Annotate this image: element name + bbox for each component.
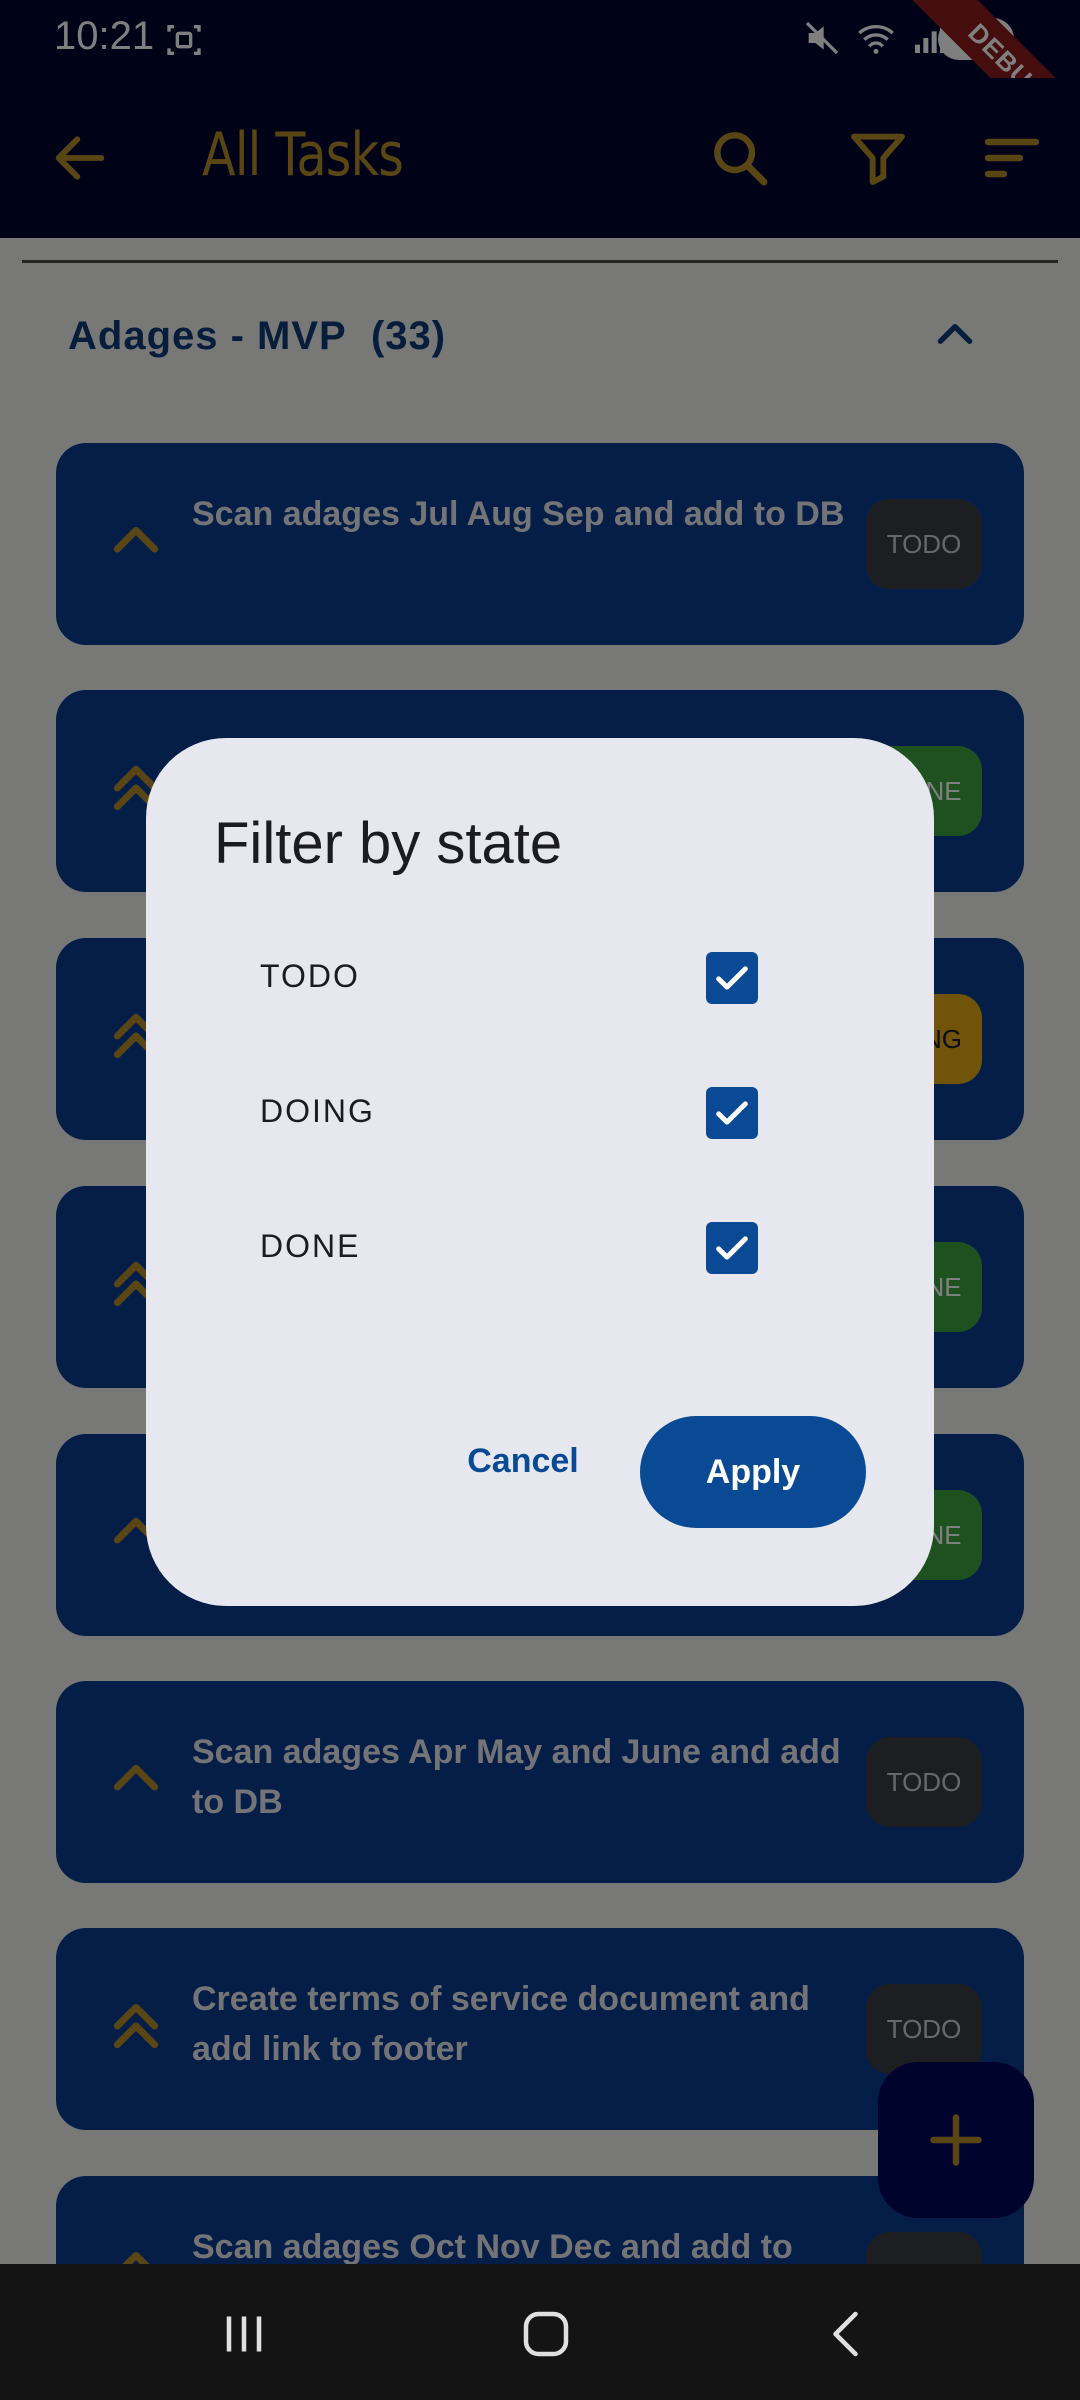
filter-option-todo[interactable]: TODO bbox=[260, 938, 820, 1018]
dialog-title: Filter by state bbox=[214, 811, 563, 876]
option-label: DOING bbox=[260, 1093, 375, 1129]
apply-button[interactable]: Apply bbox=[640, 1416, 866, 1528]
filter-option-done[interactable]: DONE bbox=[260, 1208, 820, 1288]
back-icon[interactable] bbox=[818, 2304, 878, 2364]
check-icon bbox=[716, 966, 748, 990]
home-icon[interactable] bbox=[516, 2304, 576, 2364]
cancel-button[interactable]: Cancel bbox=[448, 1418, 598, 1504]
filter-option-doing[interactable]: DOING bbox=[260, 1073, 820, 1153]
system-nav-bar bbox=[0, 2264, 1080, 2400]
check-icon bbox=[716, 1236, 748, 1260]
recent-apps-icon[interactable] bbox=[214, 2304, 274, 2364]
done-checkbox[interactable] bbox=[706, 1222, 758, 1274]
todo-checkbox[interactable] bbox=[706, 952, 758, 1004]
doing-checkbox[interactable] bbox=[706, 1087, 758, 1139]
option-label: TODO bbox=[260, 958, 360, 994]
check-icon bbox=[716, 1101, 748, 1125]
option-label: DONE bbox=[260, 1228, 361, 1264]
filter-dialog: Filter by state TODO DOING DONE Cancel A… bbox=[146, 738, 934, 1606]
